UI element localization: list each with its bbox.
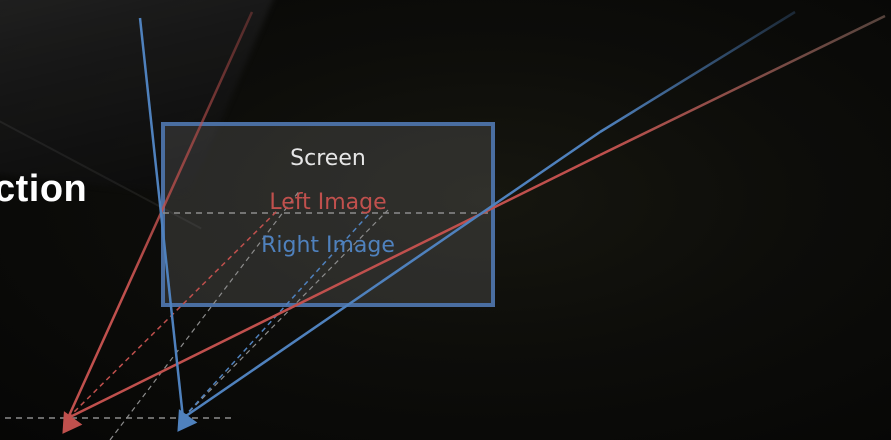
left-eye-marker [62, 411, 83, 434]
screen-label: Screen [290, 146, 366, 171]
right-eye-lower-ray-far [599, 10, 796, 134]
left-eye-lower-ray-far [599, 14, 886, 157]
slide-canvas: ction Screen Left Image Right Image [0, 0, 891, 440]
left-image-label: Left Image [269, 190, 386, 215]
stereo-projection-diagram: Screen Left Image Right Image [5, 10, 886, 440]
right-image-label: Right Image [261, 233, 395, 258]
